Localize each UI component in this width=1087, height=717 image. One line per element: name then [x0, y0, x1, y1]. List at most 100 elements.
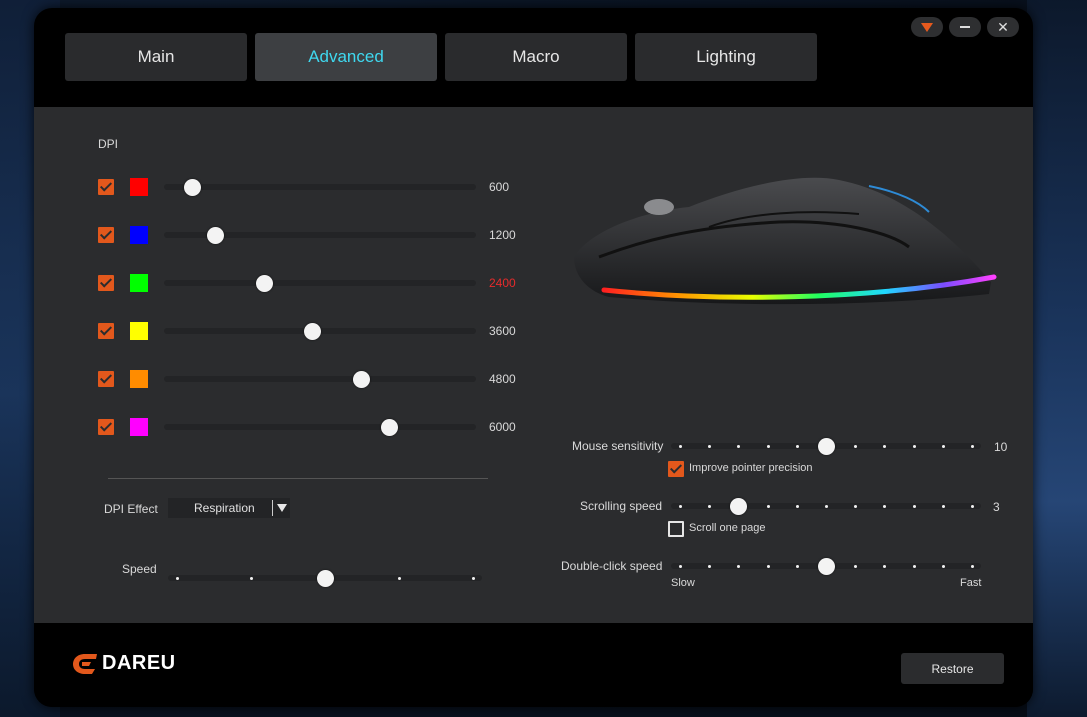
slider-tick [971, 565, 974, 568]
slider-tick [941, 505, 945, 508]
double-click-speed-label: Double-click speed [561, 559, 663, 573]
dpi-color-swatch[interactable] [130, 322, 148, 340]
slider-tick [176, 577, 179, 580]
improve-precision-label: Improve pointer precision [689, 462, 813, 474]
dpi-level-checkbox[interactable] [98, 419, 114, 435]
dpi-color-swatch[interactable] [130, 178, 148, 196]
dpi-row: 2400 [98, 273, 518, 293]
slider-thumb[interactable] [818, 558, 835, 575]
orange-triangle-icon [921, 22, 933, 32]
dpi-row: 6000 [98, 417, 518, 437]
double-click-speed-slider[interactable] [671, 556, 981, 576]
slider-tick [912, 505, 916, 508]
slider-tick [766, 445, 770, 448]
minimize-button[interactable] [949, 17, 981, 37]
tab-advanced[interactable]: Advanced [255, 33, 437, 81]
fast-label: Fast [960, 577, 982, 589]
dpi-color-swatch[interactable] [130, 226, 148, 244]
dpi-value: 2400 [489, 276, 516, 290]
dpi-level-checkbox[interactable] [98, 227, 114, 243]
slider-tick [679, 565, 682, 568]
slider-tick [941, 445, 945, 448]
tab-macro[interactable]: Macro [445, 33, 627, 81]
dpi-slider-thumb[interactable] [184, 179, 202, 196]
improve-precision-checkbox[interactable] [668, 461, 684, 477]
dpi-slider-thumb[interactable] [380, 419, 398, 436]
dpi-level-checkbox[interactable] [98, 275, 114, 291]
dpi-value: 3600 [489, 324, 516, 338]
dpi-row: 4800 [98, 369, 518, 389]
slider-tick [825, 505, 828, 508]
dpi-value: 600 [489, 180, 510, 194]
slider-thumb[interactable] [317, 570, 334, 587]
app-window: Main Advanced Macro Lighting ✕ DPI 600 12… [34, 8, 1033, 707]
logo-text: DAREU [102, 652, 176, 674]
dpi-effect-label: DPI Effect [104, 502, 158, 516]
speed-slider[interactable] [168, 568, 482, 588]
mouse-image [574, 177, 997, 305]
tab-main[interactable]: Main [65, 33, 247, 81]
slider-tick [766, 565, 770, 568]
speed-label: Speed [122, 562, 157, 576]
tab-bar: Main Advanced Macro Lighting [65, 33, 817, 81]
dpi-title: DPI [98, 137, 119, 151]
dpi-level-checkbox[interactable] [98, 371, 114, 387]
wallpaper-right [1027, 0, 1087, 717]
dpi-row: 3600 [98, 321, 518, 341]
dpi-slider-track[interactable] [164, 280, 476, 286]
slider-tick [971, 505, 974, 508]
slider-tick [795, 505, 799, 508]
dpi-row: 600 [98, 177, 518, 197]
slider-tick [250, 577, 253, 580]
slider-tick [472, 577, 475, 580]
slider-tick [912, 565, 916, 568]
dpi-slider-track[interactable] [164, 184, 476, 190]
scroll-one-page-label: Scroll one page [689, 522, 766, 534]
dpi-slider-thumb[interactable] [352, 371, 370, 388]
advanced-panel: DPI 600 1200 2400 3600 4800 6000 DPI Effect R… [34, 107, 1033, 623]
slider-thumb[interactable] [730, 498, 748, 515]
close-button[interactable]: ✕ [987, 17, 1019, 37]
dpi-effect-value: Respiration [194, 501, 255, 515]
slider-tick [679, 505, 682, 508]
tab-lighting[interactable]: Lighting [635, 33, 817, 81]
dpi-value: 4800 [489, 372, 516, 386]
dpi-color-swatch[interactable] [130, 274, 148, 292]
dpi-color-swatch[interactable] [130, 418, 148, 436]
dpi-color-swatch[interactable] [130, 370, 148, 388]
dpi-value: 1200 [489, 228, 516, 242]
scrolling-speed-value: 3 [993, 500, 1000, 514]
slider-tick [971, 445, 974, 448]
restore-button[interactable]: Restore [901, 653, 1004, 684]
scroll-one-page-checkbox[interactable] [668, 521, 684, 537]
dpi-value: 6000 [489, 420, 516, 434]
dropdown-arrow-icon [277, 504, 287, 512]
mouse-sensitivity-value: 10 [994, 440, 1008, 454]
dareu-logo: DAREU [72, 652, 176, 675]
dpi-level-checkbox[interactable] [98, 179, 114, 195]
dpi-slider-thumb[interactable] [255, 275, 273, 292]
scrolling-speed-slider[interactable] [671, 496, 981, 516]
dpi-slider-track[interactable] [164, 376, 476, 382]
close-icon: ✕ [997, 18, 1009, 35]
slider-thumb[interactable] [818, 438, 835, 455]
dpi-slider-thumb[interactable] [207, 227, 225, 244]
footer: DAREU Restore [34, 623, 1033, 707]
dareu-logo-icon [73, 653, 97, 674]
menu-button[interactable] [911, 17, 943, 37]
dpi-row: 1200 [98, 225, 518, 245]
mouse-sensitivity-label: Mouse sensitivity [572, 439, 664, 453]
window-controls: ✕ [911, 17, 1019, 37]
slider-tick [795, 445, 799, 448]
divider [108, 478, 488, 479]
dpi-slider-thumb[interactable] [304, 323, 322, 340]
dpi-slider-track[interactable] [164, 424, 476, 430]
dpi-effect-select[interactable]: Respiration [168, 498, 290, 518]
dpi-level-checkbox[interactable] [98, 323, 114, 339]
minimize-icon [960, 26, 970, 28]
scrolling-speed-label: Scrolling speed [580, 499, 663, 513]
slider-tick [679, 445, 682, 448]
slow-label: Slow [671, 577, 695, 589]
slider-tick [398, 577, 401, 580]
mouse-sensitivity-slider[interactable] [671, 436, 981, 456]
